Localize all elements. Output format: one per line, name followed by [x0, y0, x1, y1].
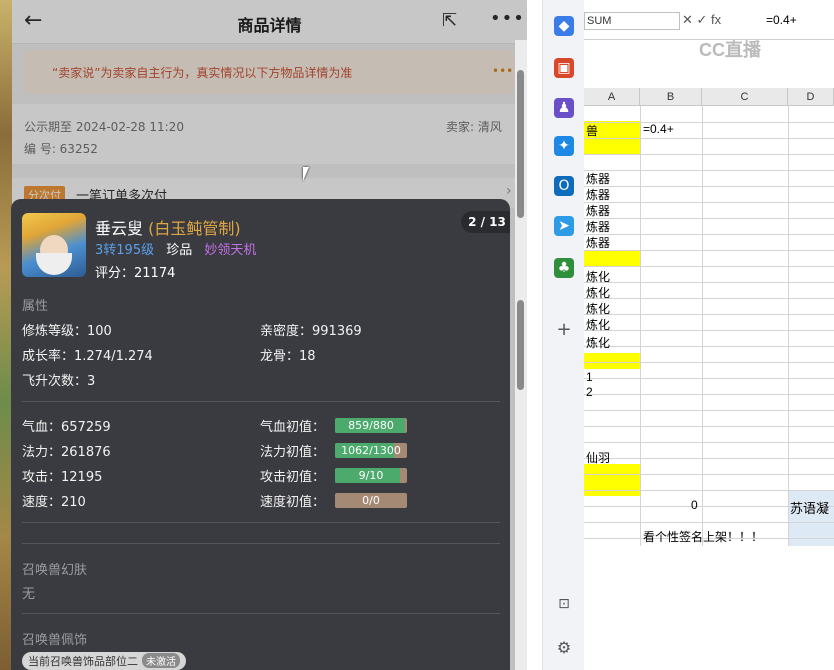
add-icon[interactable]: +: [554, 320, 574, 340]
spreadsheet-window: SUM ✕ ✓ fx =0.4+ CC直播 A B C D 兽 =0.4+ 炼器…: [584, 0, 834, 670]
attack-init-bar: 9/10: [335, 468, 407, 483]
pet-counter: 2 / 13: [461, 211, 510, 233]
cell-signature[interactable]: 看个性签名上架！！！: [643, 528, 763, 545]
chess-icon[interactable]: ♟: [554, 98, 574, 118]
cell-a-row[interactable]: 炼化: [586, 284, 610, 301]
cell-xianyu[interactable]: 仙羽: [586, 449, 610, 466]
cell-a2[interactable]: 兽: [586, 122, 598, 139]
pet-level: 3转195级: [95, 243, 155, 258]
cell-a-row[interactable]: 炼器: [586, 218, 610, 235]
speed-init-bar: 0/0: [335, 493, 407, 508]
pet-name-line: 垂云叟 (白玉鲀管制): [95, 215, 241, 239]
screenshot-icon[interactable]: ⊡: [554, 594, 574, 614]
cell-d-text[interactable]: 苏语凝: [790, 498, 829, 517]
pet-info-line: 3转195级 珍品 妙领天机: [95, 239, 256, 258]
formula-buttons-icon[interactable]: ✕ ✓ fx: [682, 12, 721, 28]
tree-icon[interactable]: ♣: [554, 258, 574, 278]
hp-init-bar: 859/880: [335, 418, 407, 433]
column-header-b[interactable]: B: [640, 88, 702, 106]
speed-value: 速度：210: [22, 495, 86, 510]
pet-score: 评分：21174: [95, 266, 176, 281]
cell-a-row[interactable]: 炼化: [586, 300, 610, 317]
pet-detail-card: 垂云叟 (白玉鲀管制) 2 / 13 3转195级 珍品 妙领天机 评分：211…: [11, 199, 510, 670]
hp-value: 气血：657259: [22, 420, 111, 435]
attack-init-label: 攻击初值：: [260, 470, 326, 485]
pet-avatar: [22, 213, 86, 277]
tag-icon[interactable]: ◆: [554, 16, 574, 36]
cell-a-row[interactable]: 炼化: [586, 334, 610, 351]
column-header-d[interactable]: D: [788, 88, 834, 106]
name-box[interactable]: SUM: [584, 12, 680, 30]
cell-a-row[interactable]: 炼器: [586, 202, 610, 219]
pet-name: 垂云叟: [95, 219, 144, 238]
decoration-chip[interactable]: 当前召唤兽饰品部位二 未激活: [22, 652, 186, 670]
mp-init-value: 1062/1300: [341, 444, 401, 457]
intimacy: 亲密度：991369: [260, 324, 362, 339]
cell-a-row[interactable]: 炼器: [586, 170, 610, 187]
settings-gear-icon[interactable]: ⚙: [554, 638, 574, 658]
decoration-heading: 召唤兽佩饰: [22, 633, 88, 648]
mp-value: 法力：261876: [22, 445, 111, 460]
scrollbar-thumb[interactable]: [517, 70, 524, 218]
mouse-cursor-icon: [303, 167, 309, 181]
attack-init-value: 9/10: [358, 469, 384, 482]
ascension-count: 飞升次数：3: [22, 374, 96, 389]
pet-subname: (白玉鲀管制): [148, 219, 241, 238]
pet-skill: 妙领天机: [204, 243, 257, 258]
cell-zero[interactable]: 0: [691, 498, 698, 512]
attack-value: 攻击：12195: [22, 470, 103, 485]
growth-rate: 成长率：1.274/1.274: [22, 349, 153, 364]
page-scrollbar[interactable]: [515, 40, 527, 670]
column-header-a[interactable]: A: [584, 88, 640, 106]
mp-init-bar: 1062/1300: [335, 443, 407, 458]
decoration-chip-extra: 未激活: [142, 653, 180, 668]
pet-rarity: 珍品: [166, 243, 193, 258]
divider: [22, 401, 500, 402]
formula-bar: SUM ✕ ✓ fx =0.4+: [584, 0, 834, 40]
cultivation-level: 修炼等级：100: [22, 324, 112, 339]
outlook-icon[interactable]: O: [554, 176, 574, 196]
avatar-beard: [36, 253, 72, 275]
speed-init-label: 速度初值：: [260, 495, 326, 510]
decoration-chip-label: 当前召唤兽饰品部位二: [28, 655, 138, 668]
cell-a-num2[interactable]: 2: [586, 385, 593, 399]
formula-input[interactable]: =0.4+: [766, 13, 797, 27]
cell-a-num1[interactable]: 1: [586, 370, 593, 384]
send-icon[interactable]: ➤: [554, 216, 574, 236]
divider: [22, 522, 500, 523]
inner-scrollbar-thumb[interactable]: [517, 300, 524, 390]
hp-init-value: 859/880: [348, 419, 394, 432]
attributes-heading: 属性: [22, 299, 49, 314]
column-header-c[interactable]: C: [702, 88, 788, 106]
mp-init-label: 法力初值：: [260, 445, 326, 460]
cell-a-row[interactable]: 炼化: [586, 316, 610, 333]
dragon-bone: 龙骨：18: [260, 349, 316, 364]
cc-watermark: CC直播: [699, 40, 761, 60]
cell-grid[interactable]: [584, 106, 834, 546]
toolbox-icon[interactable]: ▣: [554, 58, 574, 78]
copilot-icon[interactable]: ✦: [554, 136, 574, 156]
browser-sidebar: ◆ ▣ ♟ ✦ O ➤ ♣ + ⊡ ⚙: [542, 0, 584, 670]
skin-heading: 召唤兽幻肤: [22, 563, 88, 578]
cell-a-row[interactable]: 炼器: [586, 234, 610, 251]
speed-init-value: 0/0: [362, 494, 380, 507]
cell-b2[interactable]: =0.4+: [643, 122, 674, 136]
hp-init-label: 气血初值：: [260, 420, 326, 435]
cell-a-row[interactable]: 炼器: [586, 186, 610, 203]
divider: [22, 613, 500, 614]
skin-value: 无: [22, 587, 36, 602]
divider: [22, 543, 500, 544]
cell-a-row[interactable]: 炼化: [586, 268, 610, 285]
